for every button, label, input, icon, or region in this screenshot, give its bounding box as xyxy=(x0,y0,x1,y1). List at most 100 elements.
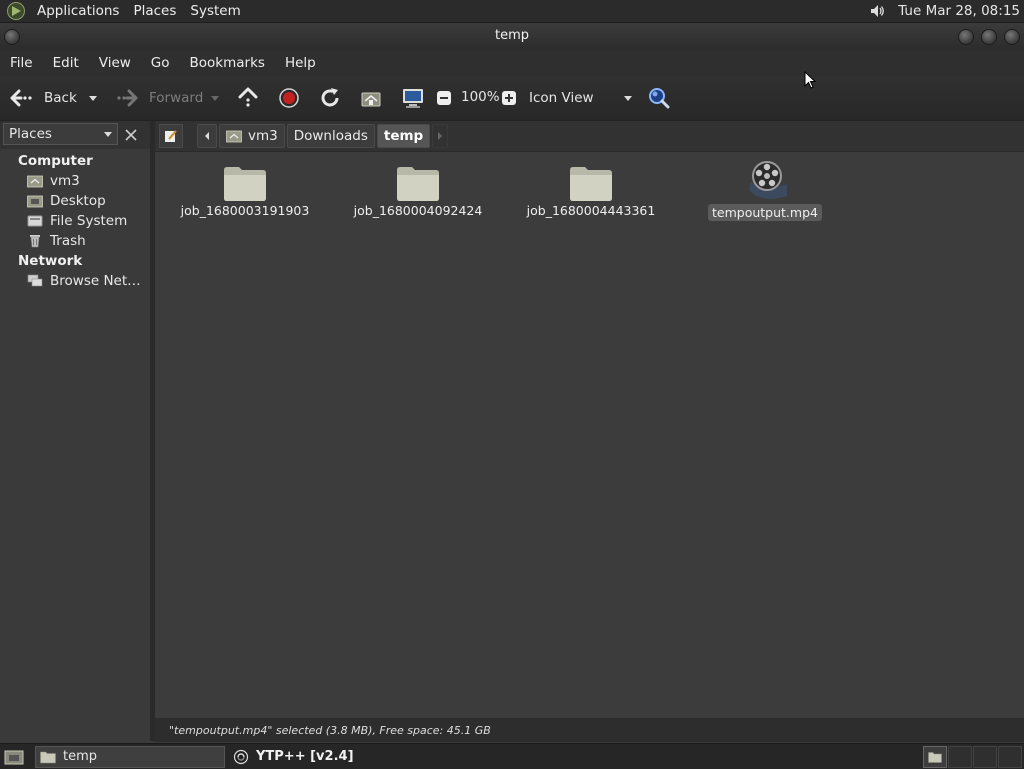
places-menu[interactable]: Places xyxy=(126,0,183,22)
folder-item[interactable]: job_1680004092424 xyxy=(333,164,503,219)
workspace-2[interactable] xyxy=(948,745,972,768)
reload-icon[interactable] xyxy=(318,86,342,110)
taskbar-item-ytp[interactable]: YTP++ [v2.4] xyxy=(229,746,419,768)
pathbar-scroll-right[interactable] xyxy=(432,124,449,148)
pathbar-scroll-left[interactable] xyxy=(197,124,217,148)
folder-icon xyxy=(569,164,613,201)
toolbar: Back Forward 100% Icon View xyxy=(0,76,1024,121)
folder-item[interactable]: job_1680004443361 xyxy=(506,164,676,219)
distro-logo-icon[interactable] xyxy=(6,1,26,21)
edit-location-icon[interactable] xyxy=(159,124,183,148)
view-mode-value: Icon View xyxy=(529,90,594,106)
window-title: temp xyxy=(494,28,529,43)
crumb-temp[interactable]: temp xyxy=(376,124,431,148)
menu-edit[interactable]: Edit xyxy=(43,50,89,76)
menu-go[interactable]: Go xyxy=(141,50,180,76)
sidebar-item-label: vm3 xyxy=(50,173,80,189)
status-text: "tempoutput.mp4" selected (3.8 MB), Free… xyxy=(169,723,491,737)
search-icon[interactable] xyxy=(647,86,671,110)
network-icon xyxy=(27,274,43,288)
crumb-vm3[interactable]: vm3 xyxy=(219,124,285,148)
sidebar-item-vm3[interactable]: vm3 xyxy=(0,171,150,191)
drive-icon xyxy=(27,214,43,228)
location-bar: vm3 Downloads temp xyxy=(155,121,1024,152)
app-icon xyxy=(233,749,249,765)
home-icon[interactable] xyxy=(360,87,382,109)
folder-icon xyxy=(40,750,56,764)
back-label: Back xyxy=(44,90,77,106)
crumb-downloads[interactable]: Downloads xyxy=(286,124,375,148)
sidebar-item-file-system[interactable]: File System xyxy=(0,211,150,231)
applications-menu[interactable]: Applications xyxy=(30,0,126,22)
chevron-down-icon xyxy=(103,129,113,139)
minimize-button[interactable] xyxy=(958,29,974,45)
zoom-out-icon[interactable] xyxy=(436,90,452,106)
system-menu[interactable]: System xyxy=(183,0,247,22)
view-mode-select[interactable]: Icon View xyxy=(529,88,633,108)
task-label: YTP++ [v2.4] xyxy=(256,749,354,764)
speaker-icon[interactable] xyxy=(868,2,886,20)
folder-icon xyxy=(396,164,440,201)
home-folder-icon xyxy=(226,129,242,143)
taskbar-item-temp[interactable]: temp xyxy=(35,745,225,768)
desktop-folder-icon xyxy=(27,194,43,208)
mouse-cursor-icon xyxy=(804,70,817,93)
sidebar-item-label: File System xyxy=(50,213,128,229)
clock[interactable]: Tue Mar 28, 08:15 xyxy=(898,3,1020,19)
home-folder-icon xyxy=(27,174,43,188)
close-side-pane-icon[interactable] xyxy=(123,127,139,143)
folder-item[interactable]: job_1680003191903 xyxy=(160,164,330,219)
crumb-label: temp xyxy=(383,128,424,144)
workspace-1[interactable] xyxy=(923,745,947,768)
maximize-button[interactable] xyxy=(981,29,997,45)
top-panel: Applications Places System Tue Mar 28, 0… xyxy=(0,0,1024,23)
menu-view[interactable]: View xyxy=(89,50,141,76)
film-reel-icon xyxy=(743,160,787,202)
workspace-4[interactable] xyxy=(998,745,1022,768)
zoom-in-icon[interactable] xyxy=(501,90,517,106)
folder-icon xyxy=(223,164,267,201)
file-name: job_1680003191903 xyxy=(180,203,310,218)
sidebar-item-trash[interactable]: Trash xyxy=(0,231,150,251)
forward-label: Forward xyxy=(149,90,204,106)
sidebar-item-desktop[interactable]: Desktop xyxy=(0,191,150,211)
sidebar-heading-network: Network xyxy=(18,253,83,269)
file-icon-view[interactable]: job_1680003191903 job_1680004092424 job_… xyxy=(155,152,1024,718)
file-name: job_1680004092424 xyxy=(353,203,483,218)
close-button[interactable] xyxy=(1004,29,1020,45)
arrow-up-icon[interactable] xyxy=(236,86,260,110)
side-pane-title: Places xyxy=(9,126,52,142)
window-titlebar[interactable]: temp xyxy=(0,23,1024,50)
task-label: temp xyxy=(63,749,98,764)
show-desktop-icon[interactable] xyxy=(3,747,25,767)
file-name: tempoutput.mp4 xyxy=(708,204,822,221)
chevron-down-icon xyxy=(623,93,633,103)
menu-bookmarks[interactable]: Bookmarks xyxy=(180,50,275,76)
sidebar-item-label: Desktop xyxy=(50,193,106,209)
bottom-panel: temp YTP++ [v2.4] xyxy=(0,743,1024,769)
forward-history-dropdown[interactable] xyxy=(210,91,220,105)
computer-icon[interactable] xyxy=(401,86,425,110)
video-file-item[interactable]: tempoutput.mp4 xyxy=(680,160,850,221)
crumb-label: vm3 xyxy=(248,128,278,144)
sidebar-item-browse-network[interactable]: Browse Net… xyxy=(0,271,150,291)
menu-file[interactable]: File xyxy=(0,50,43,76)
arrow-right-icon xyxy=(116,87,140,109)
stop-icon[interactable] xyxy=(278,87,300,109)
side-pane-selector[interactable]: Places xyxy=(3,123,118,145)
back-button[interactable]: Back xyxy=(8,76,77,120)
menu-help[interactable]: Help xyxy=(275,50,326,76)
arrow-left-icon xyxy=(8,87,34,109)
back-history-dropdown[interactable] xyxy=(88,91,98,105)
trash-icon xyxy=(27,234,43,248)
sidebar-heading-computer: Computer xyxy=(18,153,93,169)
menubar: File Edit View Go Bookmarks Help xyxy=(0,50,1024,76)
sidebar-item-label: Browse Net… xyxy=(50,273,141,289)
zoom-level[interactable]: 100% xyxy=(461,89,500,105)
places-sidebar: Computer vm3 Desktop File System Trash N… xyxy=(0,149,150,741)
workspace-3[interactable] xyxy=(973,745,997,768)
file-name: job_1680004443361 xyxy=(526,203,656,218)
crumb-label: Downloads xyxy=(293,128,368,144)
forward-button[interactable]: Forward xyxy=(116,76,203,120)
statusbar: "tempoutput.mp4" selected (3.8 MB), Free… xyxy=(155,718,1024,742)
